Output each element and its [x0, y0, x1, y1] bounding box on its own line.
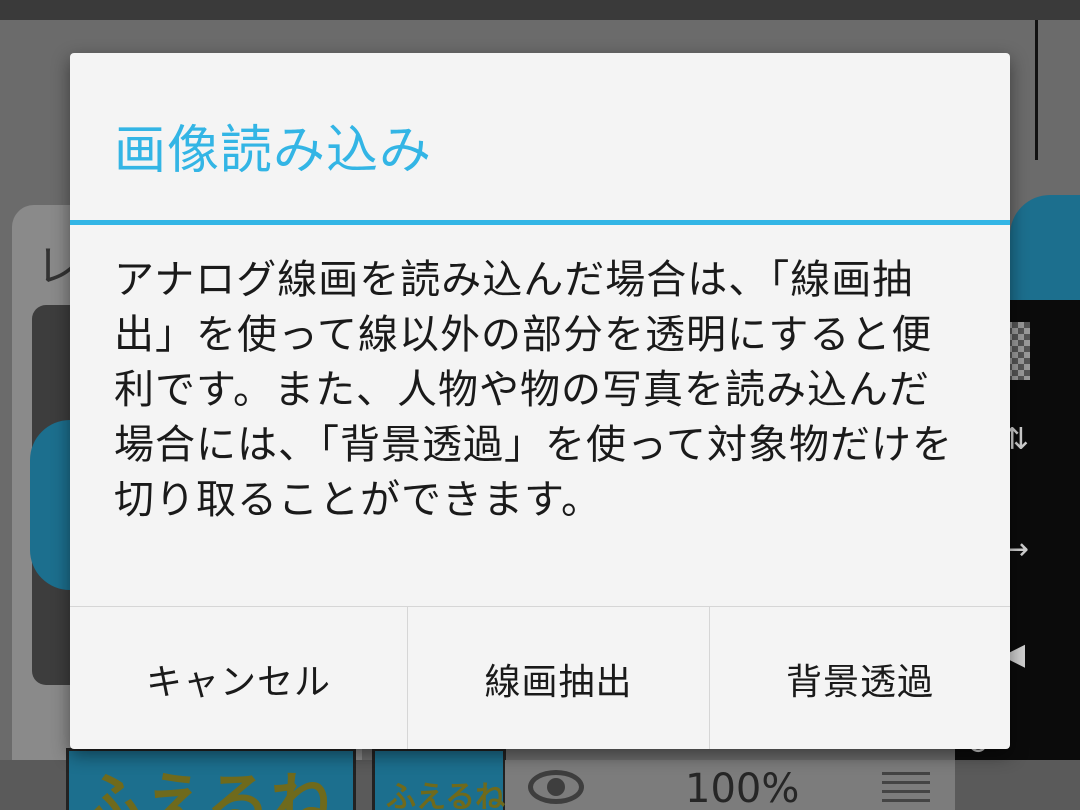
- eye-icon-pupil: [547, 778, 565, 796]
- drag-handle-icon: [882, 772, 930, 802]
- screen: レ ⇅ → ◀ ⟳ ▲ ふえるね ふえるね 100% 画像読み込み アナログ線画…: [0, 0, 1080, 810]
- image-import-dialog: 画像読み込み アナログ線画を読み込んだ場合は、「線画抽出」を使って線以外の部分を…: [70, 53, 1010, 749]
- dialog-button-bar: キャンセル 線画抽出 背景透過: [70, 606, 1010, 749]
- dialog-message: アナログ線画を読み込んだ場合は、「線画抽出」を使って線以外の部分を透明にすると便…: [114, 257, 953, 523]
- background-transparent-button[interactable]: 背景透過: [709, 607, 1010, 749]
- dialog-title: 画像読み込み: [114, 121, 433, 181]
- dialog-title-divider: [70, 220, 1010, 225]
- canvas-edge-line: [1035, 20, 1038, 160]
- line-extract-button[interactable]: 線画抽出: [407, 607, 709, 749]
- layer-thumbnail-2-text: ふえるね: [386, 780, 506, 810]
- layer-thumbnail-1-text: ふえるね: [80, 767, 335, 810]
- layer-opacity: 100%: [685, 766, 800, 810]
- cancel-button[interactable]: キャンセル: [70, 607, 407, 749]
- canvas-artwork-fragment-right: [1010, 195, 1080, 315]
- status-bar: [0, 0, 1080, 20]
